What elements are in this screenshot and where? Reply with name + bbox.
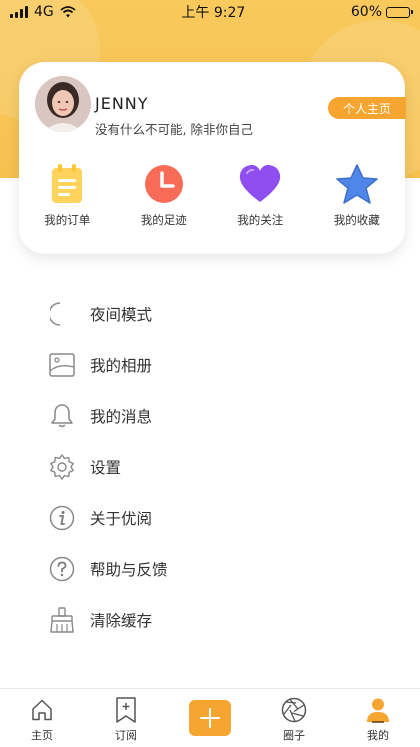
photo-album-icon	[48, 351, 76, 379]
menu-item-photo-album[interactable]: 我的相册	[48, 339, 388, 390]
home-icon	[29, 697, 55, 723]
tab-label: 订阅	[115, 729, 137, 742]
quick-action-label: 我的足迹	[140, 213, 187, 227]
gear-icon	[48, 453, 76, 481]
menu-item-messages[interactable]: 我的消息	[48, 390, 388, 441]
menu-item-label: 夜间模式	[90, 305, 153, 324]
status-bar: 4G 上午 9:27 60%	[0, 0, 420, 24]
tab-label: 主页	[31, 729, 53, 742]
tab-mine[interactable]: 我的	[336, 689, 420, 747]
menu-item-label: 我的消息	[90, 407, 153, 426]
username: JENNY	[95, 94, 149, 113]
user-icon	[365, 697, 391, 723]
star-icon	[335, 162, 379, 206]
settings-menu: 夜间模式 我的相册 我的消息 设置 关于优阅 帮助与反馈 清除缓存	[48, 288, 388, 645]
clock-icon	[142, 162, 186, 206]
avatar[interactable]	[35, 76, 91, 132]
menu-item-label: 设置	[90, 458, 122, 477]
info-icon	[48, 504, 76, 532]
menu-item-settings[interactable]: 设置	[48, 441, 388, 492]
menu-item-help-feedback[interactable]: 帮助与反馈	[48, 543, 388, 594]
menu-item-label: 帮助与反馈	[90, 560, 168, 579]
aperture-icon	[281, 697, 307, 723]
broom-icon	[48, 606, 76, 634]
help-icon	[48, 555, 76, 583]
menu-item-night-mode[interactable]: 夜间模式	[48, 288, 388, 339]
clock-time: 上午 9:27	[181, 5, 246, 21]
tab-label: 我的	[367, 729, 389, 742]
quick-action-favorites[interactable]: 我的收藏	[309, 162, 406, 228]
quick-action-follows[interactable]: 我的关注	[212, 162, 309, 228]
menu-item-clear-cache[interactable]: 清除缓存	[48, 594, 388, 645]
menu-item-label: 关于优阅	[90, 509, 153, 528]
wifi-icon	[60, 6, 76, 18]
bell-icon	[48, 402, 76, 430]
battery-icon	[386, 6, 413, 18]
menu-item-label: 清除缓存	[90, 611, 153, 630]
quick-action-label: 我的收藏	[333, 213, 380, 227]
quick-action-label: 我的订单	[44, 213, 91, 227]
heart-icon	[238, 162, 282, 206]
tab-add[interactable]	[168, 689, 252, 747]
signature: 没有什么不可能, 除非你自己	[95, 122, 253, 137]
moon-icon	[48, 300, 76, 328]
signal-icon	[10, 6, 28, 18]
menu-item-label: 我的相册	[90, 356, 153, 375]
bookmark-icon	[113, 697, 139, 723]
tab-label: 圈子	[283, 729, 305, 742]
tab-circle[interactable]: 圈子	[252, 689, 336, 747]
quick-action-footprints[interactable]: 我的足迹	[116, 162, 213, 228]
tab-home[interactable]: 主页	[0, 689, 84, 747]
carrier-label: 4G	[34, 4, 54, 20]
order-icon	[45, 162, 89, 206]
battery-percent: 60%	[350, 4, 382, 20]
profile-card: JENNY 没有什么不可能, 除非你自己 个人主页 我的订单 我的足迹 我的关注…	[19, 62, 406, 254]
personal-homepage-button[interactable]: 个人主页	[328, 97, 406, 119]
quick-actions: 我的订单 我的足迹 我的关注 我的收藏	[19, 162, 405, 228]
tab-subscribe[interactable]: 订阅	[84, 689, 168, 747]
menu-item-about[interactable]: 关于优阅	[48, 492, 388, 543]
bottom-tab-bar: 主页 订阅 圈子 我的	[0, 688, 420, 747]
add-icon	[189, 700, 231, 736]
quick-action-orders[interactable]: 我的订单	[19, 162, 116, 228]
quick-action-label: 我的关注	[237, 213, 284, 227]
